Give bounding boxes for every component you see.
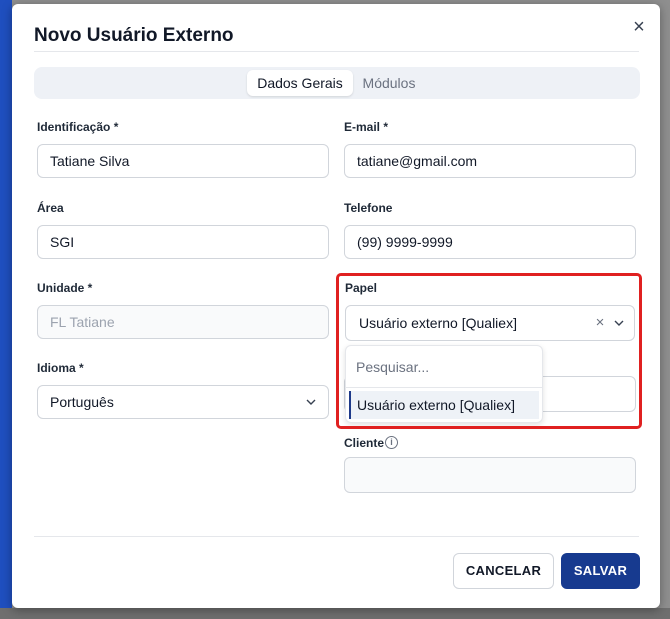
idioma-select[interactable]: Português	[37, 385, 329, 419]
cliente-label: Cliente	[344, 436, 385, 450]
telefone-input[interactable]: (99) 9999-9999	[344, 225, 636, 259]
backdrop-bottom	[0, 608, 670, 619]
cancel-button[interactable]: CANCELAR	[453, 553, 554, 589]
tab-bar: Dados Gerais Módulos	[34, 67, 640, 99]
tab-modulos[interactable]: Módulos	[354, 70, 424, 96]
info-icon[interactable]: i	[385, 436, 398, 449]
unidade-label: Unidade *	[37, 281, 93, 295]
area-label: Área	[37, 201, 64, 215]
email-input[interactable]: tatiane@gmail.com	[344, 144, 636, 178]
chevron-down-icon	[306, 399, 316, 405]
email-label: E-mail *	[344, 120, 389, 134]
header-divider	[34, 51, 639, 52]
save-button[interactable]: SALVAR	[561, 553, 640, 589]
modal-title: Novo Usuário Externo	[34, 25, 234, 46]
unidade-input[interactable]: FL Tatiane	[37, 305, 329, 339]
area-input[interactable]: SGI	[37, 225, 329, 259]
tab-dados-gerais[interactable]: Dados Gerais	[247, 70, 353, 96]
identificacao-input[interactable]: Tatiane Silva	[37, 144, 329, 178]
idioma-value: Português	[50, 394, 114, 410]
close-icon[interactable]: ×	[628, 16, 650, 38]
idioma-label: Idioma *	[37, 361, 84, 375]
backdrop-left	[0, 0, 12, 619]
identificacao-label: Identificação *	[37, 120, 119, 134]
highlight-box	[336, 273, 642, 429]
modal-dialog: Novo Usuário Externo × Dados Gerais Módu…	[12, 4, 660, 608]
footer-divider	[34, 536, 639, 537]
cliente-input[interactable]	[344, 457, 636, 493]
telefone-label: Telefone	[344, 201, 393, 215]
